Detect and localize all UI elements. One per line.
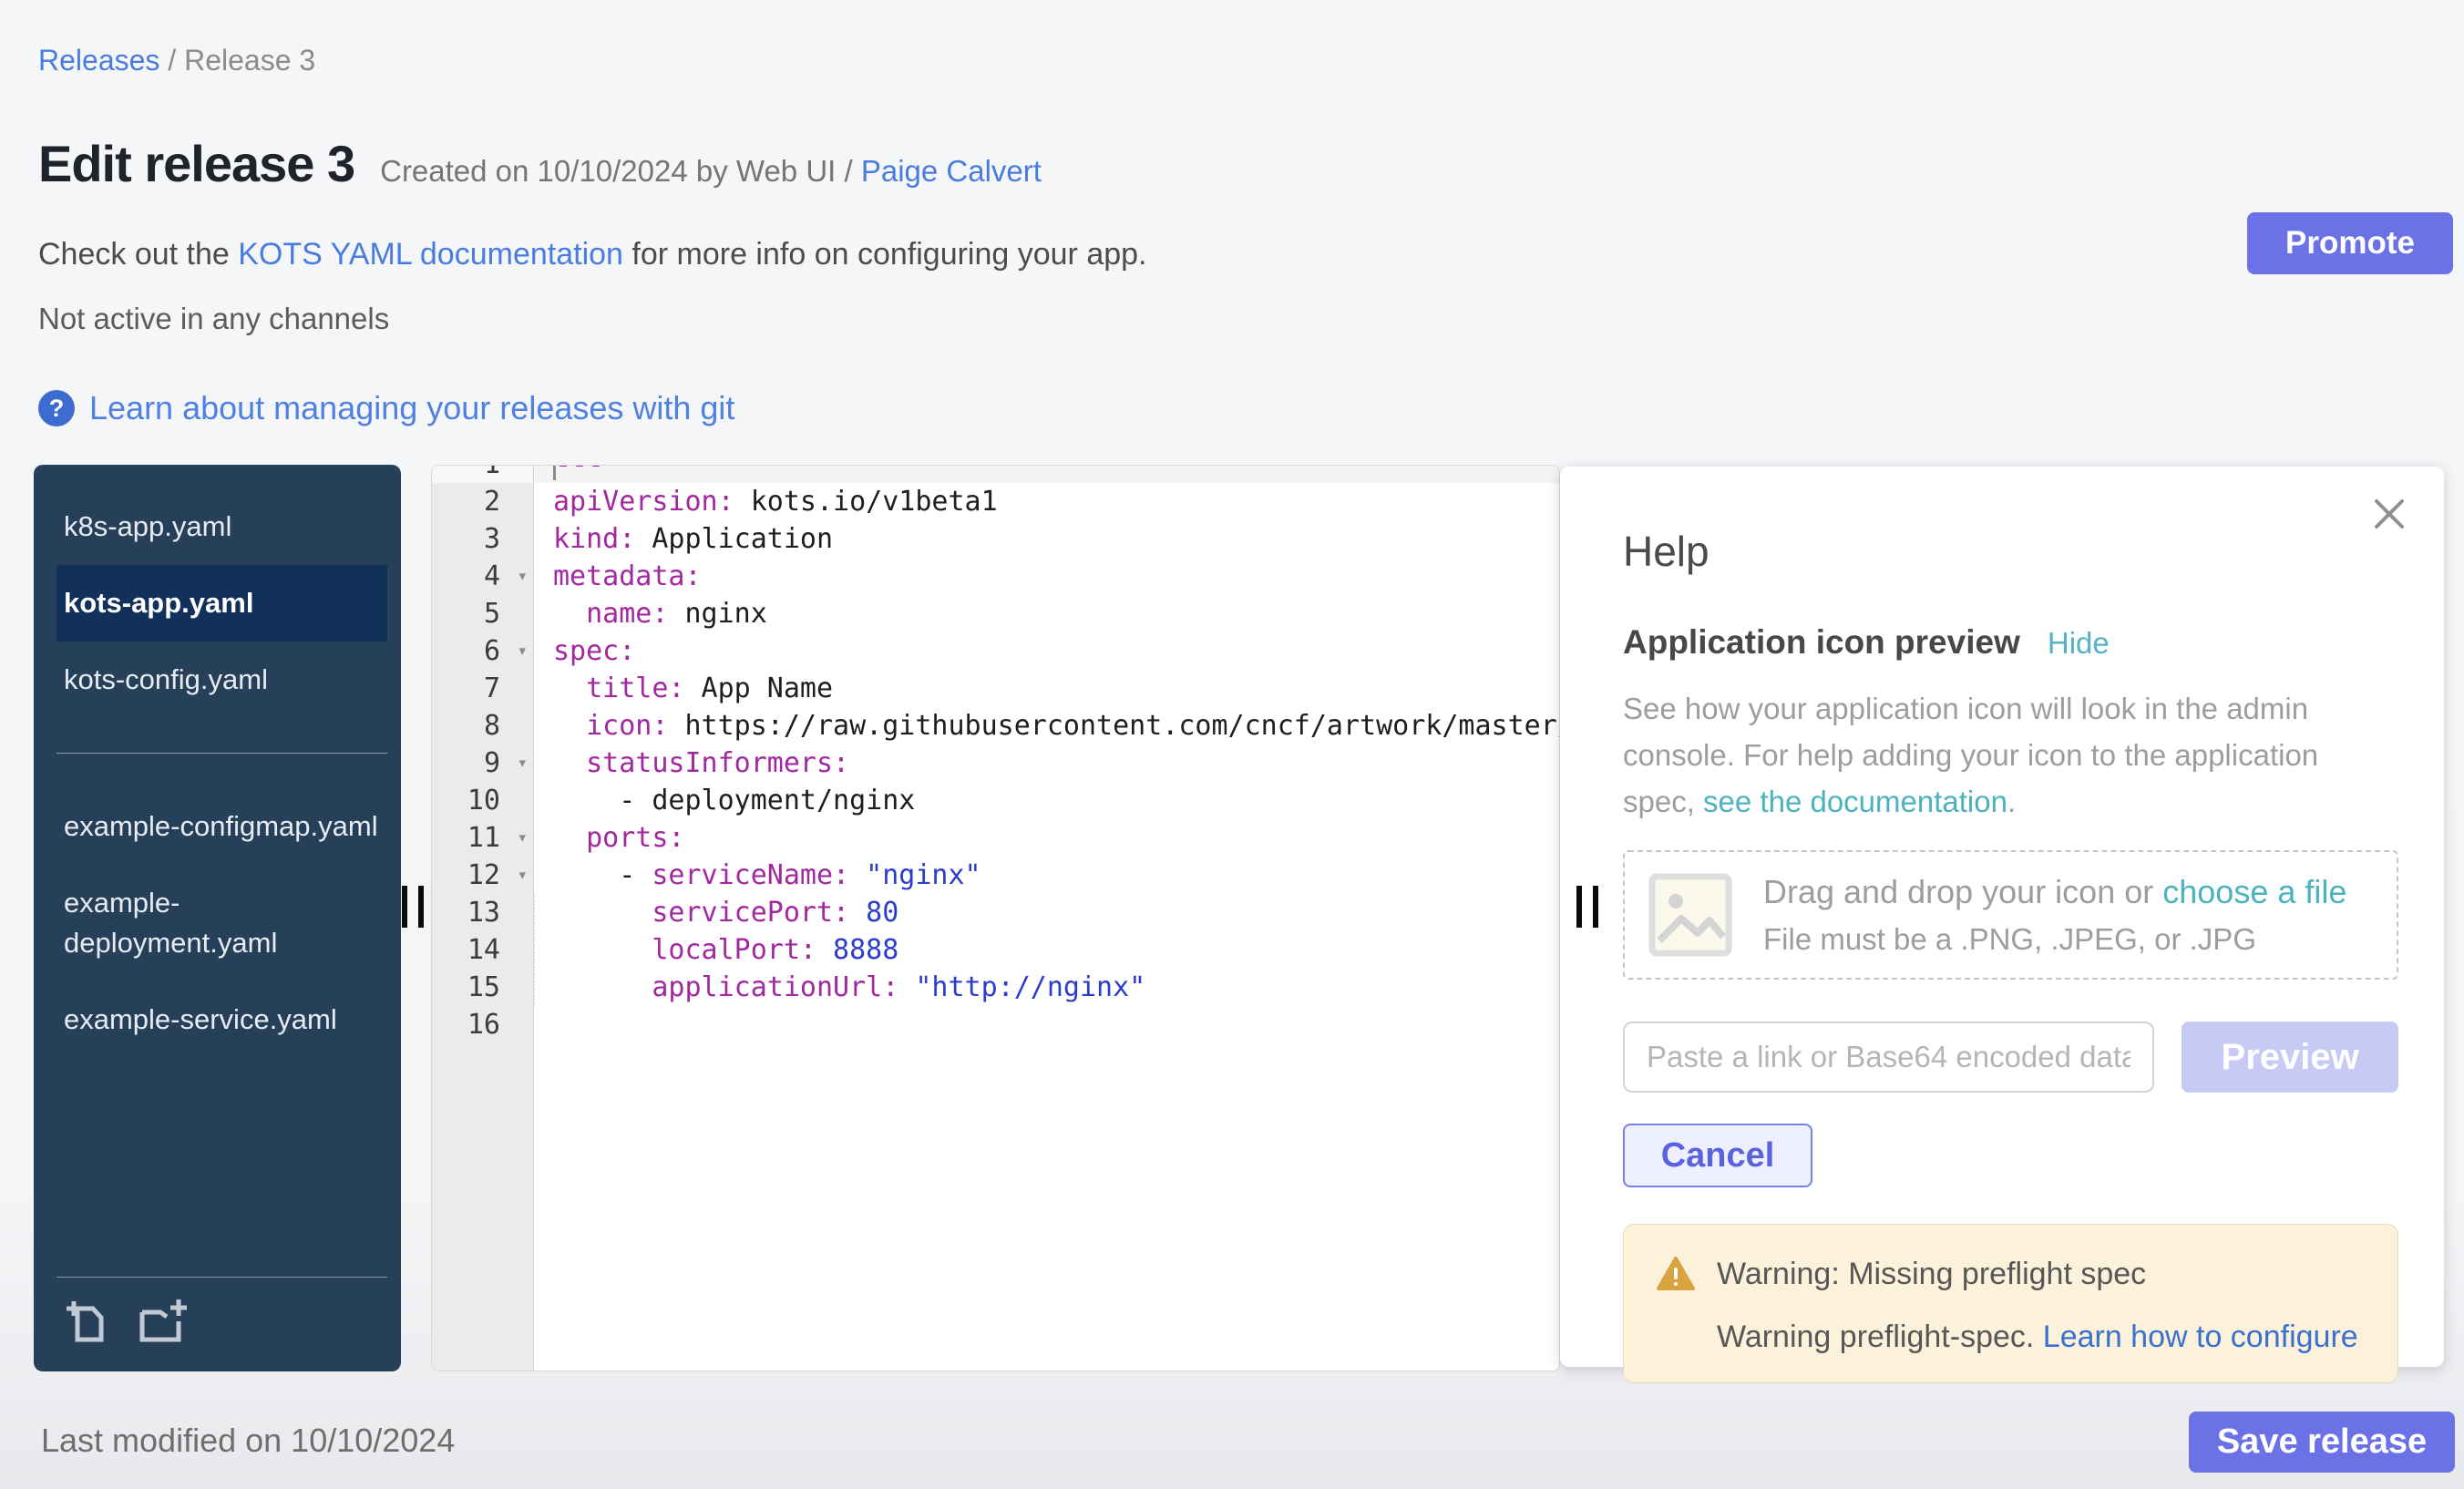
warning-title: Warning: Missing preflight spec	[1717, 1257, 2146, 1292]
file-item-kots-app.yaml[interactable]: kots-app.yaml	[56, 565, 387, 642]
last-modified: Last modified on 10/10/2024	[41, 1422, 455, 1460]
gutter-line-number: 3	[432, 520, 533, 558]
code-line[interactable]: title: App Name	[535, 670, 1559, 707]
code-line[interactable]: localPort: 8888	[535, 931, 1559, 969]
code-line[interactable]: - serviceName: "nginx"	[535, 857, 1559, 894]
gutter-line-number: 10	[432, 782, 533, 819]
save-release-button[interactable]: Save release	[2189, 1412, 2455, 1473]
help-panel: Help Application icon preview Hide See h…	[1560, 467, 2444, 1367]
doc-hint: Check out the KOTS YAML documentation fo…	[38, 237, 2426, 272]
image-placeholder-icon	[1648, 873, 1732, 957]
file-sidebar: k8s-app.yamlkots-app.yamlkots-config.yam…	[34, 465, 401, 1371]
warning-detail-text: Warning preflight-spec.	[1717, 1320, 2043, 1354]
help-description-period: .	[2007, 785, 2016, 818]
code-line[interactable]: statusInformers:	[535, 744, 1559, 782]
gutter-line-number: 16	[432, 1006, 533, 1043]
gutter-line-number: 5	[432, 595, 533, 632]
add-file-icon	[64, 1298, 111, 1345]
help-description: See how your application icon will look …	[1623, 685, 2361, 825]
gutter-line-number: 14	[432, 931, 533, 969]
kots-yaml-doc-link[interactable]: KOTS YAML documentation	[238, 237, 623, 272]
resize-handle[interactable]	[402, 886, 424, 928]
promote-button[interactable]: Promote	[2247, 212, 2453, 274]
created-by-link[interactable]: Paige Calvert	[861, 154, 1042, 188]
indent-guide	[533, 894, 535, 1004]
cancel-button[interactable]: Cancel	[1623, 1124, 1812, 1187]
file-item-example-service.yaml[interactable]: example-service.yaml	[56, 981, 387, 1058]
fold-arrow-icon[interactable]: ▾	[518, 558, 528, 595]
hide-link[interactable]: Hide	[2048, 626, 2110, 661]
code-line[interactable]: apiVersion: kots.io/v1beta1	[535, 483, 1559, 520]
breadcrumb-current: Release 3	[184, 44, 315, 77]
icon-drop-zone[interactable]: Drag and drop your icon or choose a file…	[1623, 850, 2398, 980]
gutter-line-number: 2	[432, 483, 533, 520]
editor-gutter: 1234▾56▾789▾1011▾12▾13141516	[432, 466, 534, 1371]
gutter-line-number: 12▾	[432, 857, 533, 894]
code-line[interactable]: - deployment/nginx	[535, 782, 1559, 819]
gutter-line-number: 8	[432, 707, 533, 744]
resize-handle[interactable]	[1576, 886, 1598, 928]
warning-triangle-icon	[1657, 1256, 1695, 1292]
code-line[interactable]: applicationUrl: "http://nginx"	[535, 969, 1559, 1006]
breadcrumb-releases-link[interactable]: Releases	[38, 44, 159, 77]
file-item-example-configmap.yaml[interactable]: example-configmap.yaml	[56, 788, 387, 865]
close-icon[interactable]	[2369, 494, 2409, 537]
icon-preview-title: Application icon preview	[1623, 623, 2020, 662]
code-line[interactable]: kind: Application	[535, 520, 1559, 558]
file-item-k8s-app.yaml[interactable]: k8s-app.yaml	[56, 488, 387, 565]
warning-box: Warning: Missing preflight spec Warning …	[1623, 1224, 2398, 1383]
add-folder-icon	[135, 1298, 191, 1345]
doc-hint-pre: Check out the	[38, 237, 238, 272]
gutter-line-number: 1	[432, 466, 533, 483]
created-text: Created on 10/10/2024 by Web UI /	[380, 154, 853, 188]
question-circle-icon[interactable]: ?	[38, 390, 75, 426]
preview-button[interactable]: Preview	[2182, 1022, 2398, 1093]
gutter-line-number: 9▾	[432, 744, 533, 782]
fold-arrow-icon[interactable]: ▾	[518, 857, 528, 894]
fold-arrow-icon[interactable]: ▾	[518, 632, 528, 670]
drop-zone-subtext: File must be a .PNG, .JPEG, or .JPG	[1763, 922, 2346, 957]
file-item-kots-config.yaml[interactable]: kots-config.yaml	[56, 642, 387, 718]
warning-detail: Warning preflight-spec. Learn how to con…	[1657, 1320, 2365, 1355]
divider	[56, 753, 387, 754]
see-documentation-link[interactable]: see the documentation	[1703, 785, 2007, 818]
breadcrumb: Releases / Release 3	[38, 44, 2426, 77]
yaml-editor[interactable]: 1234▾56▾789▾1011▾12▾13141516 ---apiVersi…	[431, 465, 1560, 1371]
page-header: Releases / Release 3 Edit release 3 Crea…	[0, 0, 2464, 427]
gutter-line-number: 6▾	[432, 632, 533, 670]
workspace: k8s-app.yamlkots-app.yamlkots-config.yam…	[34, 465, 2444, 1371]
drop-zone-text: Drag and drop your icon or	[1763, 873, 2162, 910]
file-list: k8s-app.yamlkots-app.yamlkots-config.yam…	[34, 488, 401, 1058]
add-file-button[interactable]	[64, 1298, 111, 1348]
code-line[interactable]: spec:	[535, 632, 1559, 670]
channel-status: Not active in any channels	[38, 302, 2426, 336]
choose-file-link[interactable]: choose a file	[2162, 873, 2346, 910]
editor-code[interactable]: ---apiVersion: kots.io/v1beta1kind: Appl…	[535, 466, 1559, 1371]
code-line[interactable]: ports:	[535, 819, 1559, 857]
gutter-line-number: 15	[432, 969, 533, 1006]
fold-arrow-icon[interactable]: ▾	[518, 819, 528, 857]
page-title: Edit release 3	[38, 134, 354, 193]
code-line[interactable]: servicePort: 80	[535, 894, 1559, 931]
learn-configure-link[interactable]: Learn how to configure	[2043, 1320, 2358, 1354]
code-line[interactable]: metadata:	[535, 558, 1559, 595]
fold-arrow-icon[interactable]: ▾	[518, 744, 528, 782]
code-line[interactable]: ---	[535, 466, 1559, 483]
created-info: Created on 10/10/2024 by Web UI / Paige …	[380, 154, 1042, 189]
gutter-line-number: 7	[432, 670, 533, 707]
divider	[56, 1277, 387, 1278]
git-releases-link[interactable]: Learn about managing your releases with …	[89, 389, 734, 427]
code-line[interactable]	[535, 1006, 1559, 1043]
icon-url-input[interactable]	[1623, 1022, 2154, 1093]
file-item-example-deployment.yaml[interactable]: example-deployment.yaml	[56, 865, 387, 981]
gutter-line-number: 13	[432, 894, 533, 931]
gutter-line-number: 11▾	[432, 819, 533, 857]
code-line[interactable]: icon: https://raw.githubusercontent.com/…	[535, 707, 1559, 744]
help-title: Help	[1623, 527, 2398, 576]
add-folder-button[interactable]	[135, 1298, 191, 1348]
code-line[interactable]: name: nginx	[535, 595, 1559, 632]
gutter-line-number: 4▾	[432, 558, 533, 595]
doc-hint-post: for more info on configuring your app.	[623, 237, 1147, 272]
breadcrumb-separator: /	[168, 44, 184, 77]
